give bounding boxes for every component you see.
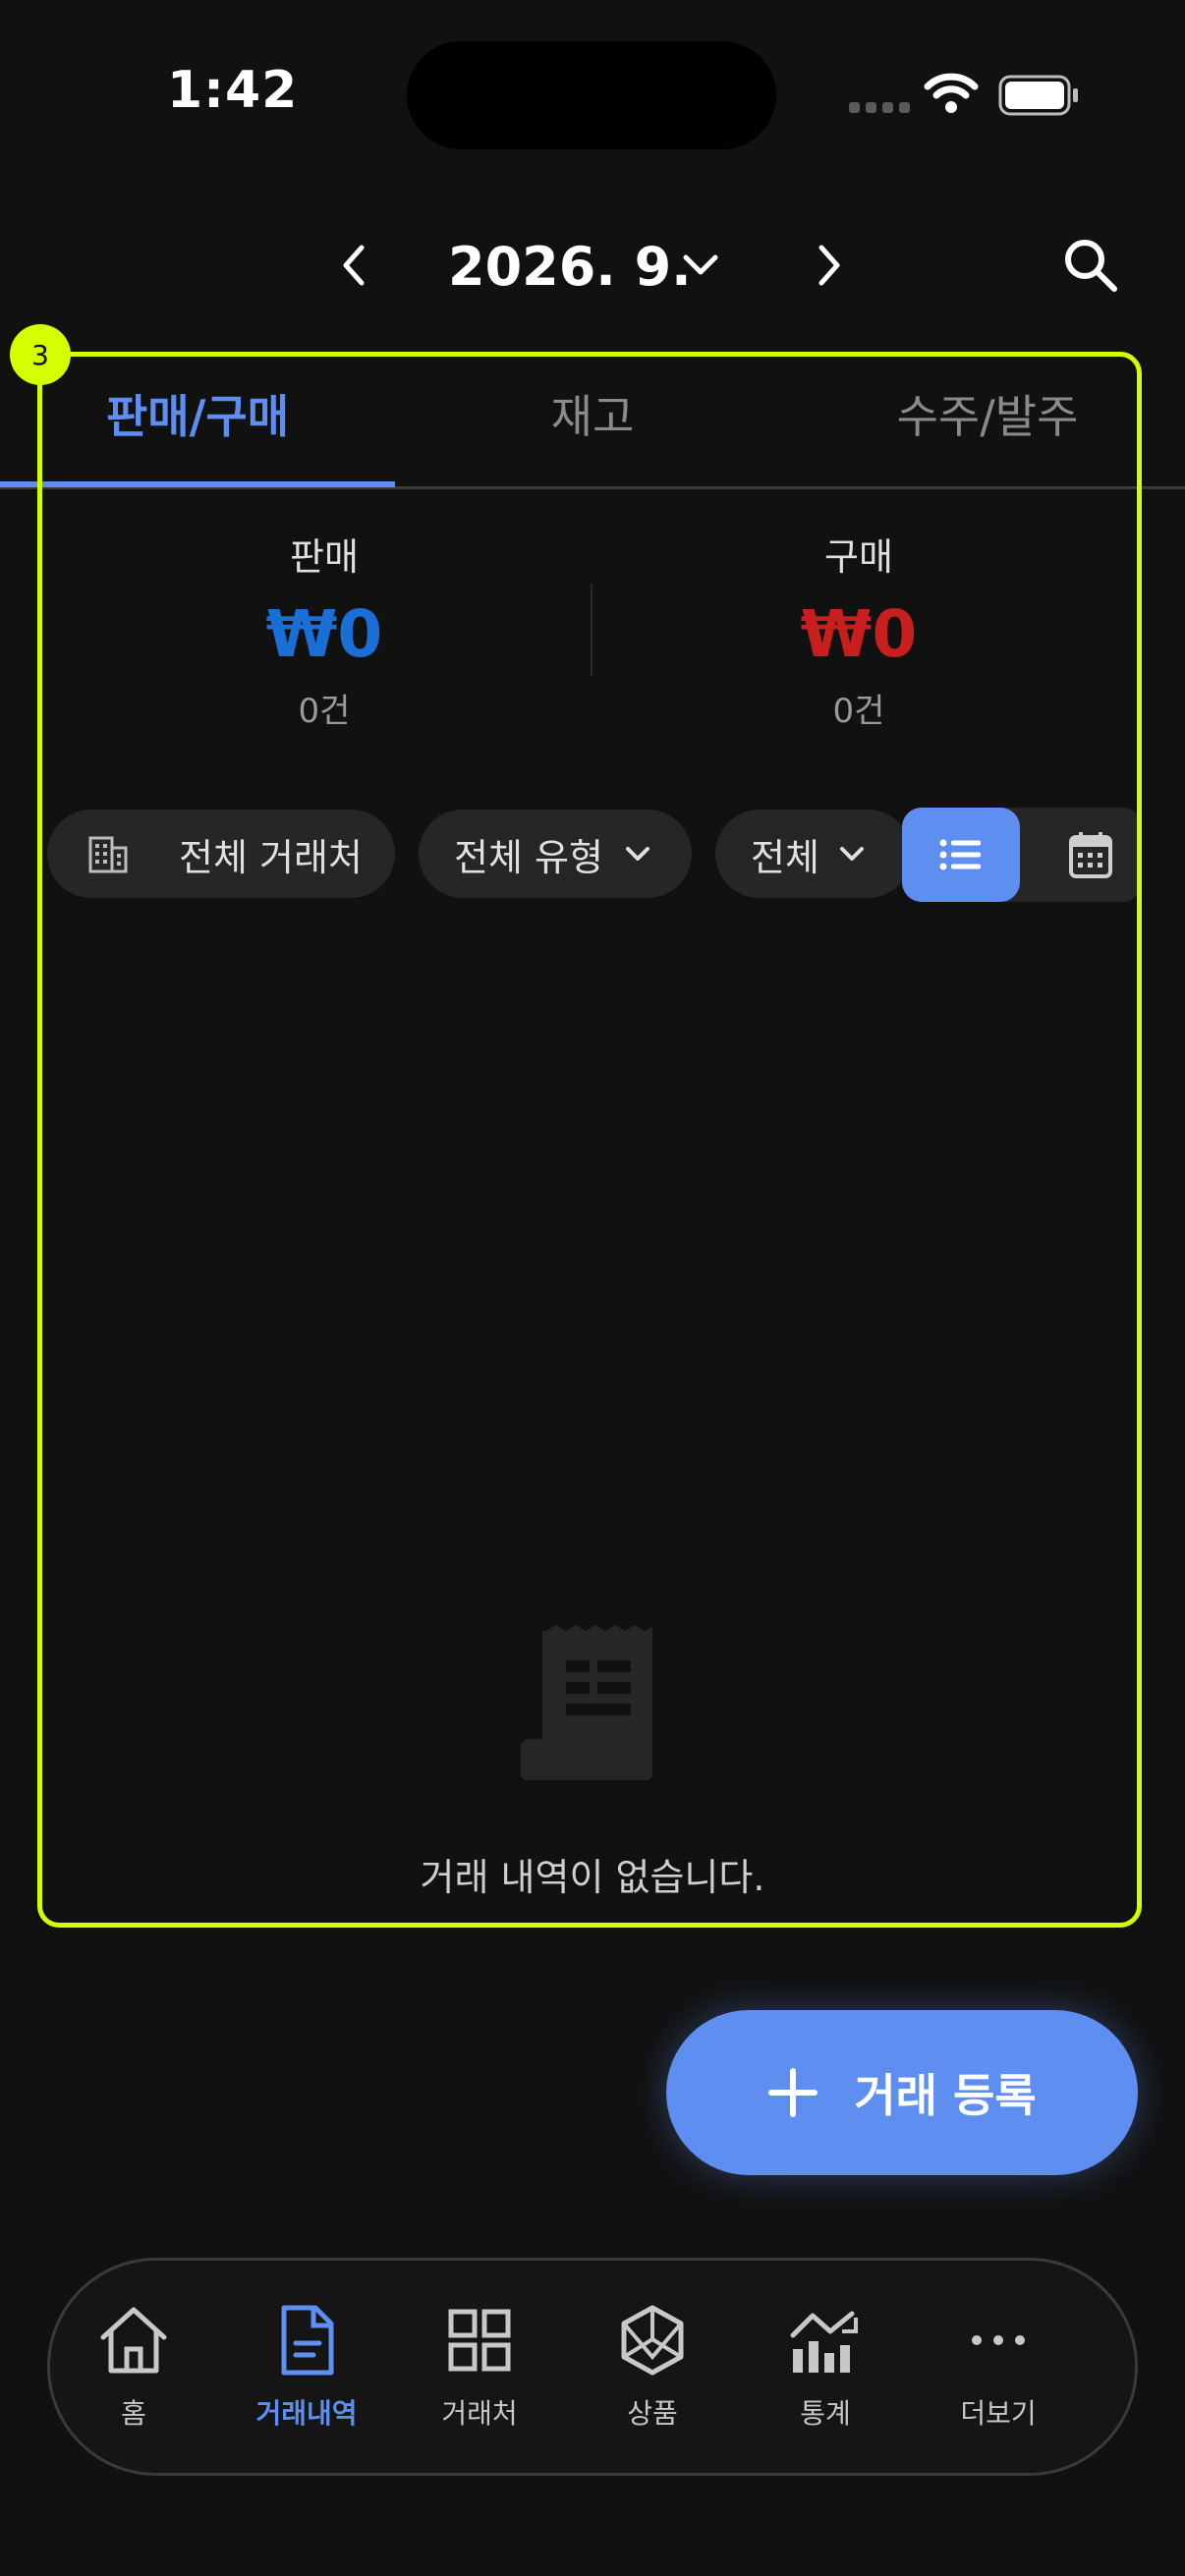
nav-products-label: 상품 <box>627 2397 678 2430</box>
tab-orders[interactable]: 수주/발주 <box>790 381 1185 446</box>
screen: 1:42 2026. 9. 판매/구매 재고 수주/발주 판매 ₩0 0건 구매… <box>0 0 1185 2576</box>
battery-icon <box>998 75 1078 116</box>
chevron-down-icon <box>625 847 649 861</box>
add-transaction-label: 거래 등록 <box>854 2069 1037 2122</box>
tab-sales-purchase[interactable]: 판매/구매 <box>0 381 395 446</box>
home-icon <box>100 2307 167 2374</box>
empty-state-message: 거래 내역이 없습니다. <box>420 1856 765 1899</box>
grid-icon <box>448 2309 511 2372</box>
more-icon <box>972 2335 1025 2345</box>
document-icon <box>281 2305 334 2376</box>
summary-divider <box>591 584 592 676</box>
purchase-label: 구매 <box>824 535 893 579</box>
dynamic-island <box>407 41 776 149</box>
type-filter-label: 전체 유형 <box>454 835 603 879</box>
chevron-left-icon[interactable] <box>330 234 377 297</box>
nav-transactions-label: 거래내역 <box>255 2397 358 2430</box>
nav-transactions[interactable]: 거래내역 <box>233 2302 380 2432</box>
cube-icon <box>621 2305 684 2376</box>
sales-count: 0건 <box>298 692 351 731</box>
partner-filter[interactable]: 전체 거래처 <box>47 810 395 898</box>
status-time: 1:42 <box>167 61 299 120</box>
nav-home[interactable]: 홈 <box>60 2302 207 2432</box>
nav-more-label: 더보기 <box>960 2397 1037 2430</box>
purchase-amount: ₩0 <box>800 596 918 672</box>
chart-icon <box>790 2311 858 2373</box>
chevron-right-icon[interactable] <box>806 234 853 297</box>
nav-partners-label: 거래처 <box>441 2397 518 2430</box>
purchase-count: 0건 <box>832 692 885 731</box>
month-title[interactable]: 2026. 9. <box>448 236 692 298</box>
tab-bar: 판매/구매 재고 수주/발주 <box>0 360 1185 489</box>
cellular-signal-icon <box>849 102 910 113</box>
sales-label: 판매 <box>290 535 359 579</box>
nav-products[interactable]: 상품 <box>579 2302 726 2432</box>
list-view-button[interactable] <box>902 808 1020 902</box>
nav-partners[interactable]: 거래처 <box>406 2302 553 2432</box>
sales-amount: ₩0 <box>265 596 383 672</box>
tab-active-indicator <box>0 481 395 487</box>
receipt-icon <box>521 1625 652 1780</box>
status-filter-label: 전체 <box>751 835 819 879</box>
sales-summary: 판매 ₩0 0건 <box>177 527 472 732</box>
add-transaction-button[interactable]: 거래 등록 <box>666 2010 1138 2175</box>
status-filter[interactable]: 전체 <box>715 810 912 898</box>
chevron-down-icon[interactable] <box>678 246 723 285</box>
type-filter[interactable]: 전체 유형 <box>419 810 692 898</box>
focus-badge: 3 <box>10 324 71 385</box>
building-icon <box>88 836 128 873</box>
nav-statistics[interactable]: 통계 <box>752 2302 899 2432</box>
list-icon <box>939 839 981 870</box>
purchase-summary: 구매 ₩0 0건 <box>711 527 1006 732</box>
nav-home-label: 홈 <box>121 2397 146 2430</box>
calendar-view-button[interactable] <box>1040 808 1142 902</box>
bottom-nav: 홈 거래내역 거래처 상품 통계 더보기 <box>47 2258 1138 2476</box>
nav-more[interactable]: 더보기 <box>925 2302 1072 2432</box>
tab-inventory[interactable]: 재고 <box>395 381 790 446</box>
plus-icon <box>768 2068 818 2117</box>
partner-filter-label: 전체 거래처 <box>179 835 363 879</box>
search-icon[interactable] <box>1059 234 1122 297</box>
nav-statistics-label: 통계 <box>800 2397 851 2430</box>
chevron-down-icon <box>839 847 864 861</box>
calendar-icon <box>1069 832 1112 878</box>
wifi-icon <box>924 73 979 113</box>
